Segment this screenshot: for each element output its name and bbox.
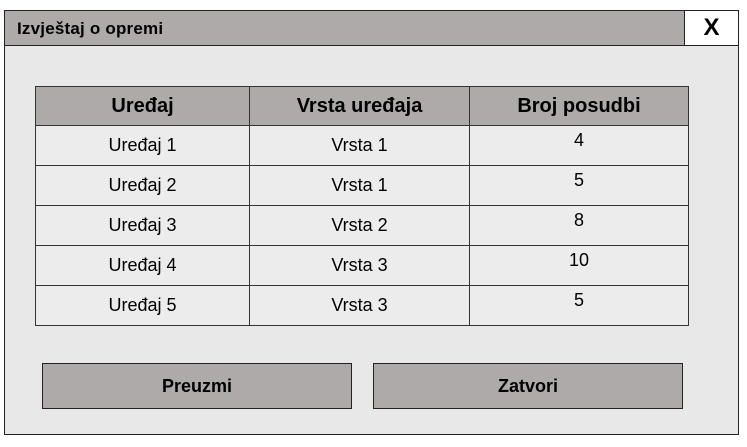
cell-device-type: Vrsta 1 <box>249 125 470 166</box>
close-icon-button[interactable]: X <box>684 11 738 45</box>
cell-device: Uređaj 1 <box>35 125 250 166</box>
report-dialog: Izvještaj o opremi X Uređaj Vrsta uređaj… <box>4 10 739 435</box>
cell-loan-count: 5 <box>469 165 689 206</box>
cell-device: Uređaj 5 <box>35 285 250 326</box>
cell-device: Uređaj 2 <box>35 165 250 206</box>
download-button[interactable]: Preuzmi <box>42 363 352 409</box>
cell-device-type: Vrsta 3 <box>249 245 470 286</box>
equipment-report-table: Uređaj Vrsta uređaja Broj posudbi Uređaj… <box>35 86 689 326</box>
close-button[interactable]: Zatvori <box>373 363 683 409</box>
column-header-device: Uređaj <box>35 86 250 126</box>
table-header-row: Uređaj Vrsta uređaja Broj posudbi <box>35 86 689 126</box>
dialog-title: Izvještaj o opremi <box>17 19 164 38</box>
table-row: Uređaj 3 Vrsta 2 8 <box>35 205 689 246</box>
cell-device-type: Vrsta 1 <box>249 165 470 206</box>
cell-device: Uređaj 4 <box>35 245 250 286</box>
cell-loan-count: 8 <box>469 205 689 246</box>
title-bar: Izvještaj o opremi X <box>5 11 738 46</box>
cell-device: Uređaj 3 <box>35 205 250 246</box>
cell-device-type: Vrsta 3 <box>249 285 470 326</box>
column-header-device-type: Vrsta uređaja <box>249 86 470 126</box>
table-row: Uređaj 1 Vrsta 1 4 <box>35 125 689 166</box>
table-row: Uređaj 5 Vrsta 3 5 <box>35 285 689 326</box>
table-row: Uređaj 2 Vrsta 1 5 <box>35 165 689 206</box>
table-row: Uređaj 4 Vrsta 3 10 <box>35 245 689 286</box>
column-header-loan-count: Broj posudbi <box>469 86 689 126</box>
cell-loan-count: 10 <box>469 245 689 286</box>
cell-device-type: Vrsta 2 <box>249 205 470 246</box>
cell-loan-count: 5 <box>469 285 689 326</box>
cell-loan-count: 4 <box>469 125 689 166</box>
